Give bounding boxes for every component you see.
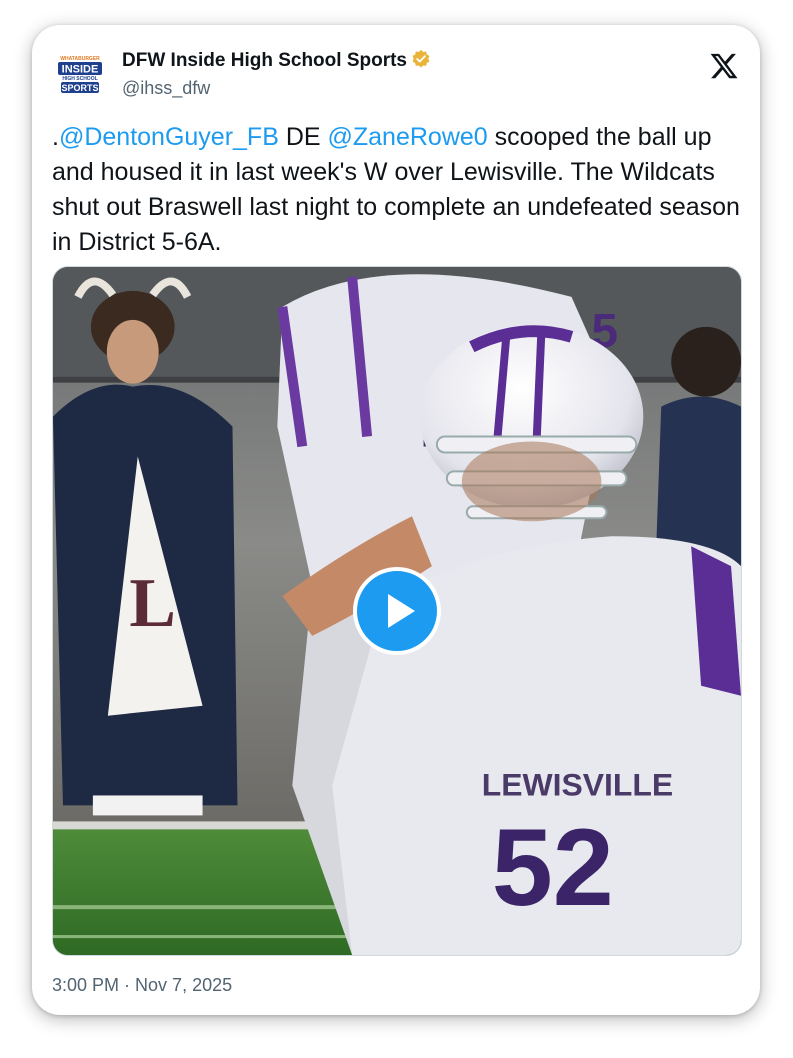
play-button[interactable] xyxy=(353,567,441,655)
avatar-logo: WHATABURGER INSIDE HIGH SCHOOL SPORTS xyxy=(52,47,108,103)
tweet-time[interactable]: 3:00 PM xyxy=(52,975,119,995)
svg-text:SPORTS: SPORTS xyxy=(61,83,98,93)
timestamp-separator: · xyxy=(119,975,136,995)
tweet-date[interactable]: Nov 7, 2025 xyxy=(135,975,232,995)
svg-text:LEWISVILLE: LEWISVILLE xyxy=(482,766,673,802)
tweet-card[interactable]: WHATABURGER INSIDE HIGH SCHOOL SPORTS DF… xyxy=(32,25,760,1015)
mention-link-dentonguyer[interactable]: @DentonGuyer_FB xyxy=(59,123,279,151)
tweet-segment-1: DE xyxy=(278,123,328,151)
tweet-prefix: . xyxy=(52,123,59,151)
x-logo-icon[interactable] xyxy=(708,51,740,81)
display-name-text[interactable]: DFW Inside High School Sports xyxy=(122,50,407,71)
tweet-header: WHATABURGER INSIDE HIGH SCHOOL SPORTS DF… xyxy=(52,45,740,105)
svg-text:L: L xyxy=(129,565,176,642)
video-player[interactable]: L LEWISVILLE 5 LEWISVILLE 52 xyxy=(52,266,742,956)
tweet-text: .@DentonGuyer_FB DE @ZaneRowe0 scooped t… xyxy=(52,120,742,260)
mention-link-zanerowe[interactable]: @ZaneRowe0 xyxy=(328,123,488,151)
svg-text:WHATABURGER: WHATABURGER xyxy=(60,56,100,62)
avatar[interactable]: WHATABURGER INSIDE HIGH SCHOOL SPORTS xyxy=(52,47,108,103)
svg-text:HIGH SCHOOL: HIGH SCHOOL xyxy=(62,76,97,82)
user-handle[interactable]: @ihss_dfw xyxy=(122,78,210,99)
tweet-timestamp[interactable]: 3:00 PM · Nov 7, 2025 xyxy=(52,975,232,996)
svg-text:INSIDE: INSIDE xyxy=(62,64,99,76)
display-name[interactable]: DFW Inside High School Sports xyxy=(122,49,431,72)
play-icon xyxy=(388,594,415,628)
svg-text:52: 52 xyxy=(492,807,614,929)
verified-badge-icon xyxy=(412,49,430,68)
